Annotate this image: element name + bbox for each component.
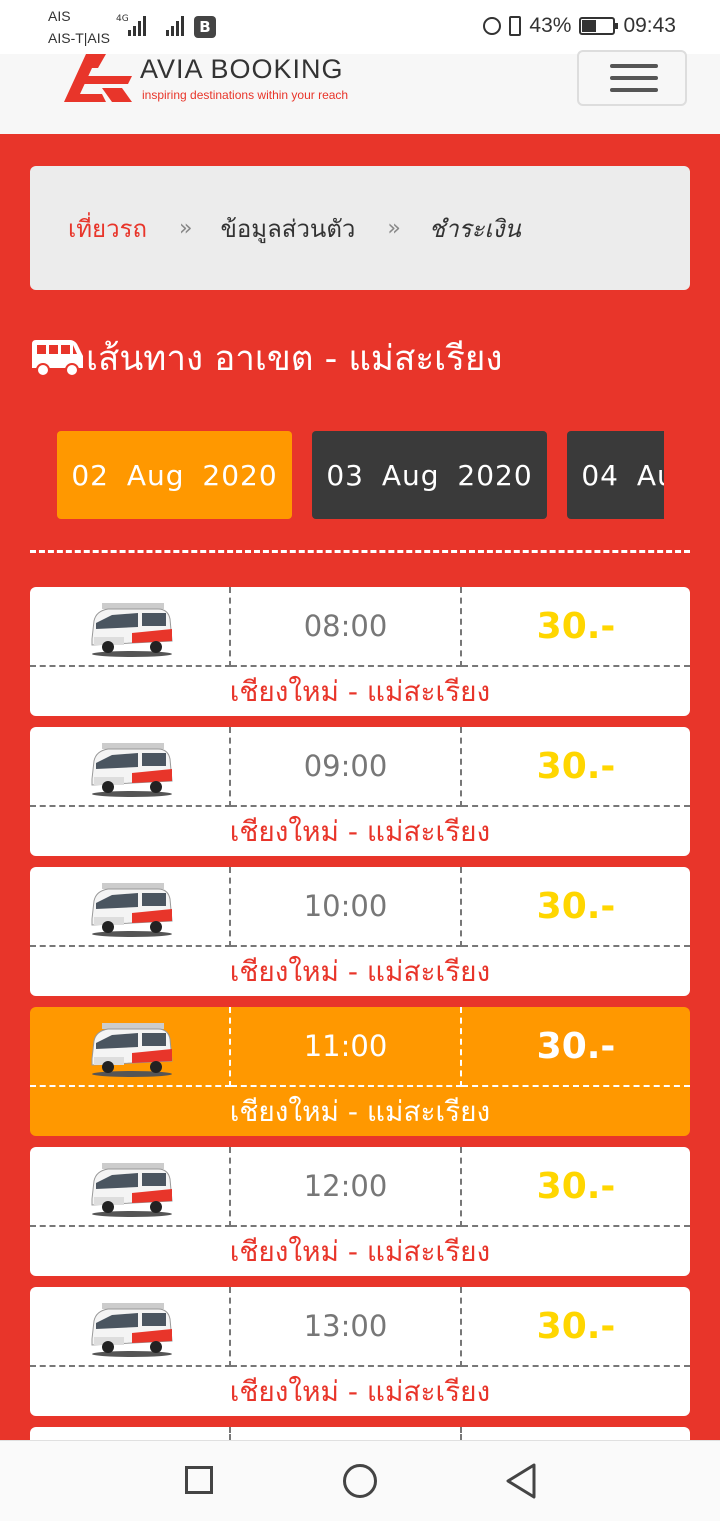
recent-apps-icon[interactable] (185, 1466, 213, 1494)
battery-icon (579, 17, 619, 35)
site-header: AVIA BOOKING inspiring destinations with… (0, 50, 720, 134)
carrier-name-1: AIS (48, 8, 71, 24)
trip-route: เชียงใหม่ - แม่สะเรียง (229, 1234, 491, 1268)
trip-card[interactable]: 13:00 30.- เชียงใหม่ - แม่สะเรียง (30, 1287, 690, 1416)
van-image (91, 603, 173, 657)
departure-time: 13:00 (231, 1287, 462, 1367)
date-tab-1[interactable]: 03 Aug 2020 (312, 431, 547, 519)
signal-icon (128, 14, 146, 36)
booking-steps-breadcrumb: เที่ยวรถ » ข้อมูลส่วนตัว » ชำระเงิน (30, 166, 690, 290)
van-image (91, 883, 173, 937)
departure-time: 08:00 (231, 587, 462, 667)
fare-price: 30.- (462, 1147, 690, 1227)
back-icon[interactable] (504, 1463, 538, 1499)
fare-price: 30.- (462, 1287, 690, 1367)
step-personal-info: ข้อมูลส่วนตัว (220, 214, 356, 243)
network-type: 4G (116, 14, 129, 24)
trip-card[interactable]: 12:00 30.- เชียงใหม่ - แม่สะเรียง (30, 1147, 690, 1276)
van-image (91, 743, 173, 797)
battery-percent: 43% (529, 14, 572, 37)
menu-button[interactable] (577, 50, 687, 106)
status-bar: AIS AIS-T|AIS 4G B 43% 09:43 (0, 0, 720, 54)
date-tab-0[interactable]: 02 Aug 2020 (57, 431, 292, 519)
step-payment: ชำระเงิน (428, 214, 521, 243)
fare-price: 30.- (462, 867, 690, 947)
carrier-name-2: AIS-T|AIS (48, 30, 110, 46)
brand-tagline: inspiring destinations within your reach (142, 88, 349, 102)
fare-price: 30.- (462, 727, 690, 807)
clock: 09:43 (623, 14, 676, 37)
trip-route: เชียงใหม่ - แม่สะเรียง (229, 814, 491, 848)
alarm-icon (483, 17, 502, 35)
trip-card-selected[interactable]: 11:00 30.- เชียงใหม่ - แม่สะเรียง (30, 1007, 690, 1136)
departure-time: 11:00 (231, 1007, 462, 1087)
breadcrumb-separator: » (387, 215, 401, 241)
date-selector[interactable]: 02 Aug 2020 03 Aug 2020 04 Aug 2020 (57, 431, 664, 519)
departure-time: 10:00 (231, 867, 462, 947)
trip-route: เชียงใหม่ - แม่สะเรียง (229, 954, 491, 988)
breadcrumb-separator: » (178, 215, 193, 241)
route-title-text: เส้นทาง อาเขต - แม่สะเรียง (86, 338, 503, 379)
step-trip[interactable]: เที่ยวรถ (68, 209, 147, 248)
fare-price: 30.- (462, 1007, 690, 1087)
signal-icon-2 (166, 14, 184, 36)
hamburger-icon (610, 64, 658, 68)
system-nav-bar (0, 1440, 720, 1521)
vibrate-icon (509, 16, 522, 36)
trip-card[interactable]: 09:00 30.- เชียงใหม่ - แม่สะเรียง (30, 727, 690, 856)
trip-card[interactable]: 08:00 30.- เชียงใหม่ - แม่สะเรียง (30, 587, 690, 716)
fare-price: 30.- (462, 587, 690, 667)
departure-time: 12:00 (231, 1147, 462, 1227)
date-tab-2[interactable]: 04 Aug 2020 (567, 431, 664, 519)
van-image (91, 1163, 173, 1217)
divider (30, 550, 690, 553)
van-icon (32, 340, 83, 377)
trip-route: เชียงใหม่ - แม่สะเรียง (229, 1094, 491, 1128)
van-image (91, 1023, 173, 1077)
trip-route: เชียงใหม่ - แม่สะเรียง (229, 1374, 491, 1408)
trip-card[interactable]: 10:00 30.- เชียงใหม่ - แม่สะเรียง (30, 867, 690, 996)
home-icon[interactable] (343, 1464, 377, 1498)
departure-time: 09:00 (231, 727, 462, 807)
route-title: เส้นทาง อาเขต - แม่สะเรียง (30, 328, 503, 388)
avia-logo-icon[interactable] (62, 54, 134, 102)
van-image (91, 1303, 173, 1357)
brand-name[interactable]: AVIA BOOKING (140, 54, 344, 85)
trip-route: เชียงใหม่ - แม่สะเรียง (229, 674, 491, 708)
app-badge-icon: B (194, 16, 216, 38)
